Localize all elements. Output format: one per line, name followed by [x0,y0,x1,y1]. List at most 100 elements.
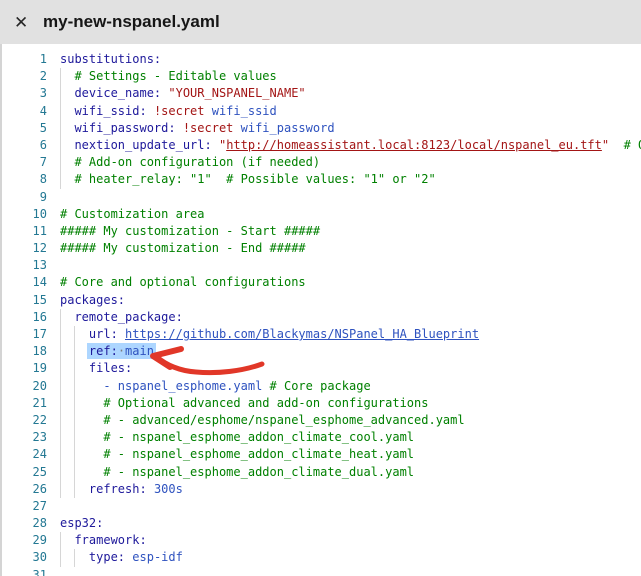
code-line: 1 substitutions: [2,51,641,68]
code-token: !secret [154,104,212,118]
code-line: 7 # Add-on configuration (if needed) [2,154,641,171]
code-text: type: esp-idf [60,550,183,564]
code-line: 15packages: [2,292,641,309]
line-number: 17 [2,326,47,343]
code-token: files: [89,361,132,375]
indent-guide [60,309,61,326]
line-number: 21 [2,395,47,412]
code-line: 25 # - nspanel_esphome_addon_climate_dua… [2,464,641,481]
code-line: 19 files: [2,360,641,377]
code-token: # - nspanel_esphome_addon_climate_dual.y… [103,465,414,479]
code-token: substitutions: [60,52,161,66]
code-line: 10 # Customization area [2,206,641,223]
code-line: 22 # - advanced/esphome/nspanel_esphome_… [2,412,641,429]
indent-guide [74,412,75,429]
code-token: # heater_relay: "1" # Possible values: "… [74,172,435,186]
code-text: ##### My customization - Start ##### [60,224,320,238]
line-number: 29 [2,532,47,549]
code-token: http://homeassistant.local:8123/local/ns… [226,138,602,152]
code-line: 17 url: https://github.com/Blackymas/NSP… [2,326,641,343]
indent-guide [60,85,61,102]
code-line: 11##### My customization - Start ##### [2,223,641,240]
code-line: 29 framework: [2,532,641,549]
code-token: "YOUR_NSPANEL_NAME" [168,86,305,100]
line-number: 12 [2,240,47,257]
code-token: remote_package: [74,310,182,324]
code-text: url: https://github.com/Blackymas/NSPane… [60,327,479,341]
indent-guide [74,378,75,395]
code-line: 21 # Optional advanced and add-on config… [2,395,641,412]
code-line: 5 wifi_password: !secret wifi_password [2,120,641,137]
indent-guide [60,464,61,481]
indent-guide [74,360,75,377]
code-token: nextion_update_url: [74,138,219,152]
code-token: ref: [89,344,118,358]
line-number: 8 [2,171,47,188]
code-line: 18 ref:·main [2,343,641,360]
indent-guide [60,171,61,188]
code-line: 23 # - nspanel_esphome_addon_climate_coo… [2,429,641,446]
code-line: 27 [2,498,641,515]
code-token [609,138,623,152]
code-line: 12 ##### My customization - End ##### [2,240,641,257]
indent-guide [60,481,61,498]
line-number: 3 [2,85,47,102]
line-number: 1 [2,51,47,68]
code-text: # - nspanel_esphome_addon_climate_dual.y… [60,465,414,479]
code-text: framework: [60,533,147,547]
indent-guide [60,360,61,377]
code-lines: 1substitutions:2 # Settings - Editable v… [2,51,641,576]
code-line: 9 [2,189,641,206]
code-line: 20 - nspanel_esphome.yaml # Core package [2,378,641,395]
indent-guide [60,378,61,395]
code-text: # - nspanel_esphome_addon_climate_heat.y… [60,447,414,461]
code-token: wifi_password: [74,121,182,135]
code-token: esp32: [60,516,103,530]
code-token: # Settings - Editable values [74,69,276,83]
code-text: ##### My customization - End ##### [60,241,306,255]
code-token: # - nspanel_esphome_addon_climate_cool.y… [103,430,414,444]
code-token: - nspanel_esphome.yaml [103,379,269,393]
line-number: 19 [2,360,47,377]
code-text: refresh: 300s [60,482,183,496]
code-token: # Core package [270,379,371,393]
indent-guide [74,343,75,360]
editor-window: ✕ my-new-nspanel.yaml 1substitutions:2 #… [0,0,641,576]
line-number: 15 [2,292,47,309]
line-number: 18 [2,343,47,360]
code-token: # Customization area [60,207,205,221]
indent-guide [74,326,75,343]
code-token: 300s [154,482,183,496]
code-text: nextion_update_url: "http://homeassistan… [60,138,641,152]
close-icon[interactable]: ✕ [14,14,36,31]
indent-guide [60,137,61,154]
line-number: 24 [2,446,47,463]
code-text: - nspanel_esphome.yaml # Core package [60,379,371,393]
line-number: 31 [2,567,47,576]
file-title: my-new-nspanel.yaml [43,12,220,32]
line-number: 10 [2,206,47,223]
code-token: · [118,344,125,358]
indent-guide [60,549,61,566]
line-number: 5 [2,120,47,137]
code-token: # - nspanel_esphome_addon_climate_heat.y… [103,447,414,461]
code-editor[interactable]: 1substitutions:2 # Settings - Editable v… [0,44,641,576]
indent-guide [74,549,75,566]
code-line: 8 # heater_relay: "1" # Possible values:… [2,171,641,188]
code-token: main [125,344,154,358]
code-line: 16 remote_package: [2,309,641,326]
code-line: 28esp32: [2,515,641,532]
code-line: 13 [2,257,641,274]
code-line: 26 refresh: 300s [2,481,641,498]
line-number: 23 [2,429,47,446]
indent-guide [60,154,61,171]
code-text: wifi_ssid: !secret wifi_ssid [60,104,277,118]
code-line: 30 type: esp-idf [2,549,641,566]
code-token: wifi_ssid [212,104,277,118]
code-token: ##### My customization - Start ##### [60,224,320,238]
code-token: # - advanced/esphome/nspanel_esphome_adv… [103,413,464,427]
indent-guide [74,446,75,463]
line-number: 22 [2,412,47,429]
code-text: # Settings - Editable values [60,69,277,83]
indent-guide [60,343,61,360]
